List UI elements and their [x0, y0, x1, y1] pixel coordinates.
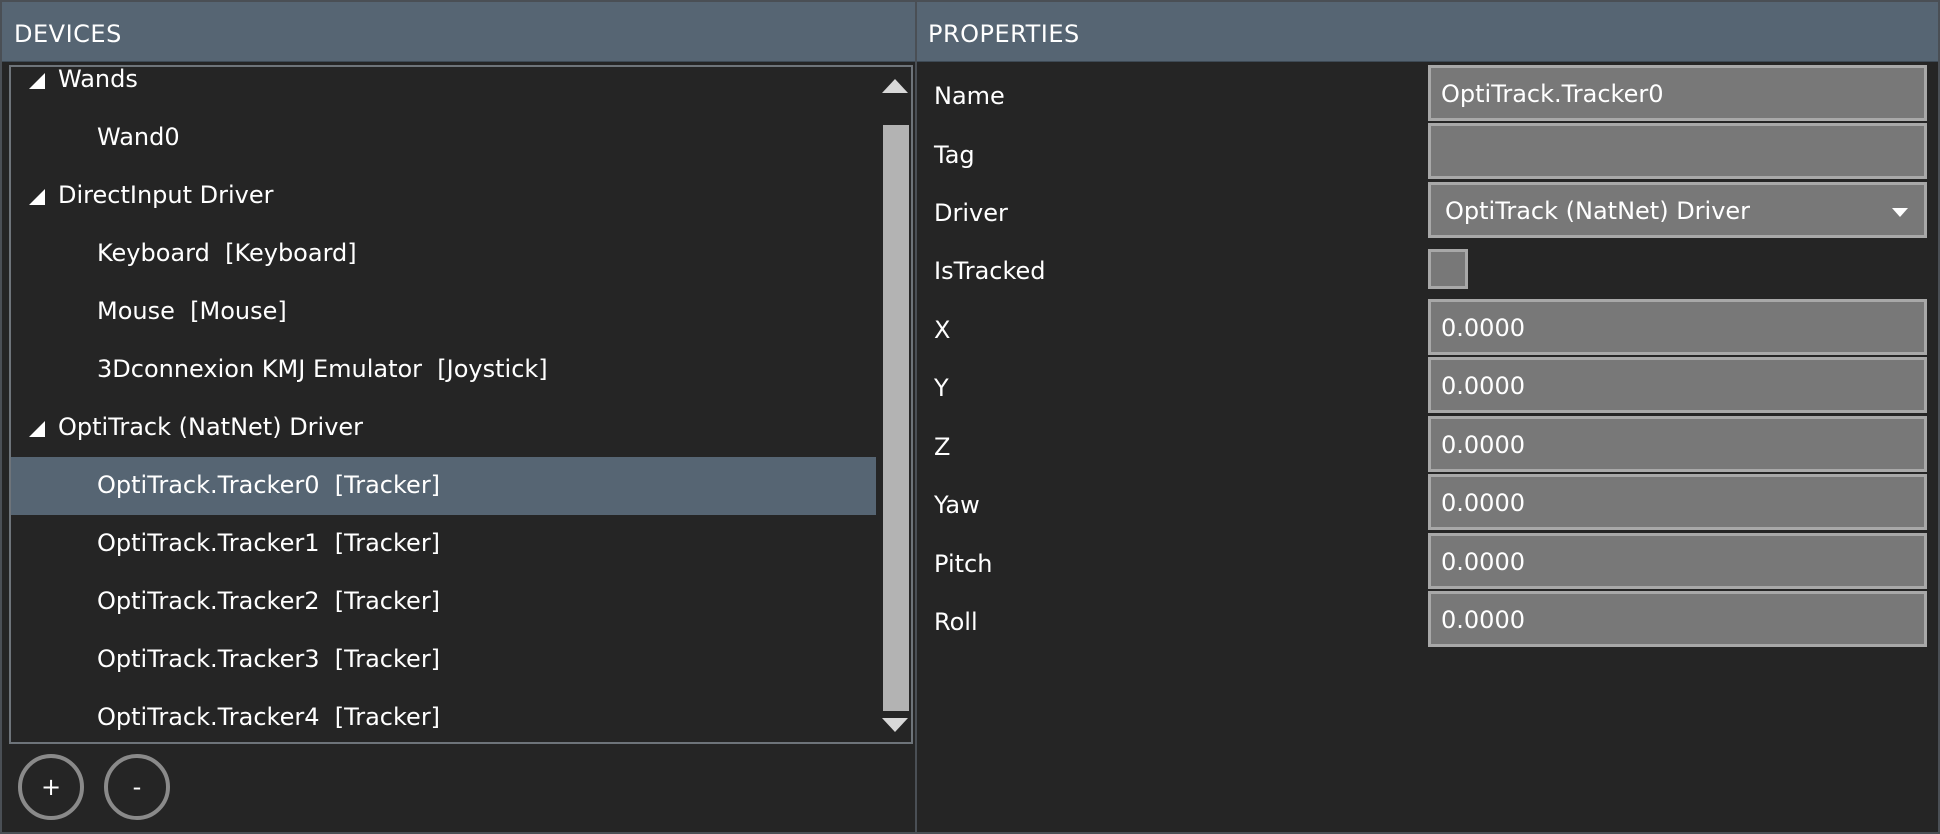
devices-panel: DEVICES Wands Wand0 DirectInput Driver Keyb… [0, 0, 917, 834]
scroll-thumb[interactable] [883, 125, 909, 711]
driver-select[interactable]: OptiTrack (NatNet) Driver [1428, 182, 1927, 238]
roll-value: 0.0000 [1441, 606, 1525, 634]
yaw-field[interactable]: 0.0000 [1428, 474, 1927, 530]
x-value: 0.0000 [1441, 314, 1525, 342]
tree-item-label: 3Dconnexion KMJ Emulator [Joystick] [97, 355, 548, 383]
tree-item[interactable]: OptiTrack.Tracker3 [Tracker] [11, 631, 876, 689]
expand-triangle-icon[interactable] [29, 73, 45, 89]
driver-value: OptiTrack (NatNet) Driver [1445, 197, 1751, 225]
z-value: 0.0000 [1441, 431, 1525, 459]
tree-item-label: Mouse [Mouse] [97, 297, 287, 325]
properties-header: PROPERTIES [917, 2, 1938, 62]
y-value: 0.0000 [1441, 372, 1525, 400]
pitch-label: Pitch [934, 550, 993, 578]
y-label: Y [934, 374, 949, 402]
tree-item-label: Wands [58, 65, 138, 93]
tree-item[interactable]: Mouse [Mouse] [11, 283, 876, 341]
scroll-down-icon[interactable] [882, 718, 908, 732]
tag-field[interactable] [1428, 123, 1927, 179]
devices-header: DEVICES [2, 2, 915, 62]
expand-triangle-icon[interactable] [29, 421, 45, 437]
driver-label: Driver [934, 199, 1008, 227]
name-field[interactable]: OptiTrack.Tracker0 [1428, 65, 1927, 121]
tree-item-label: Keyboard [Keyboard] [97, 239, 357, 267]
tree-item-label: OptiTrack.Tracker0 [Tracker] [97, 471, 441, 499]
istracked-checkbox[interactable] [1428, 249, 1468, 289]
yaw-label: Yaw [934, 491, 980, 519]
chevron-down-icon [1892, 208, 1908, 217]
x-label: X [934, 316, 951, 344]
roll-label: Roll [934, 608, 978, 636]
devices-title: DEVICES [14, 20, 122, 48]
tree-item[interactable]: Wand0 [11, 109, 876, 167]
istracked-label: IsTracked [934, 257, 1046, 285]
pitch-field[interactable]: 0.0000 [1428, 533, 1927, 589]
pitch-value: 0.0000 [1441, 548, 1525, 576]
tree-item[interactable]: 3Dconnexion KMJ Emulator [Joystick] [11, 341, 876, 399]
tree-item[interactable]: OptiTrack.Tracker1 [Tracker] [11, 515, 876, 573]
tree-item[interactable]: OptiTrack.Tracker2 [Tracker] [11, 573, 876, 631]
expand-triangle-icon[interactable] [29, 189, 45, 205]
add-device-button[interactable]: + [18, 754, 84, 820]
x-field[interactable]: 0.0000 [1428, 299, 1927, 355]
tree-item-label: OptiTrack.Tracker1 [Tracker] [97, 529, 441, 557]
name-label: Name [934, 82, 1005, 110]
device-tree-scrollbar[interactable] [877, 67, 911, 742]
tree-item-label: OptiTrack (NatNet) Driver [58, 413, 364, 441]
tree-item-label: DirectInput Driver [58, 181, 274, 209]
tree-item-label: OptiTrack.Tracker3 [Tracker] [97, 645, 441, 673]
tree-item[interactable]: Keyboard [Keyboard] [11, 225, 876, 283]
z-label: Z [934, 433, 951, 461]
y-field[interactable]: 0.0000 [1428, 357, 1927, 413]
properties-panel: PROPERTIES Name OptiTrack.Tracker0 Tag D… [915, 0, 1940, 834]
tree-group[interactable]: DirectInput Driver [11, 167, 876, 225]
device-tree[interactable]: Wands Wand0 DirectInput Driver Keyboard [Ke… [9, 65, 913, 744]
remove-device-button[interactable]: - [104, 754, 170, 820]
properties-title: PROPERTIES [928, 20, 1080, 48]
tree-item-label: OptiTrack.Tracker2 [Tracker] [97, 587, 441, 615]
tree-item-label: Wand0 [97, 123, 180, 151]
tag-label: Tag [934, 141, 975, 169]
tree-item[interactable]: OptiTrack.Tracker4 [Tracker] [11, 689, 876, 742]
tree-item-label: OptiTrack.Tracker4 [Tracker] [97, 703, 441, 731]
tree-item[interactable]: OptiTrack.Tracker0 [Tracker] [11, 457, 876, 515]
scroll-up-icon[interactable] [882, 79, 908, 93]
tree-group[interactable]: Wands [11, 65, 876, 109]
tree-group[interactable]: OptiTrack (NatNet) Driver [11, 399, 876, 457]
z-field[interactable]: 0.0000 [1428, 416, 1927, 472]
yaw-value: 0.0000 [1441, 489, 1525, 517]
roll-field[interactable]: 0.0000 [1428, 591, 1927, 647]
name-value: OptiTrack.Tracker0 [1441, 80, 1664, 108]
